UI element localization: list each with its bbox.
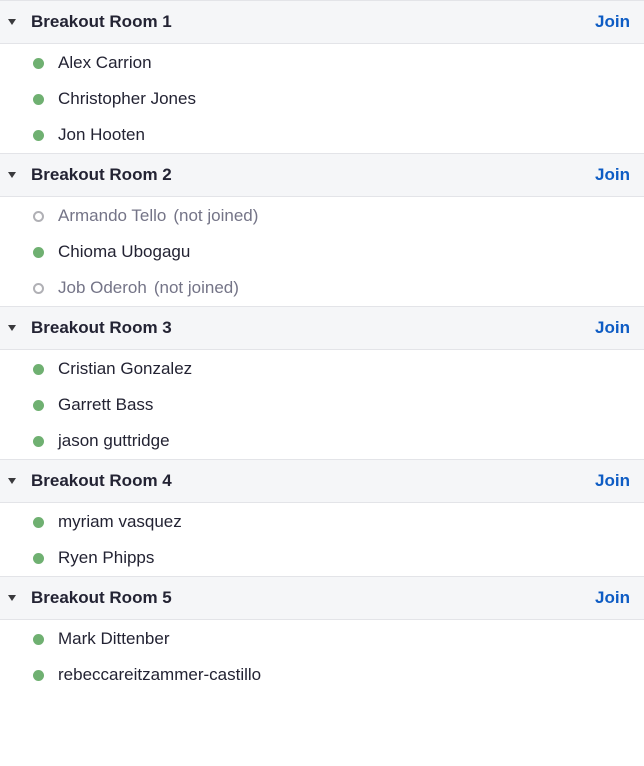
joined-status-dot-icon [33,435,44,447]
collapse-caret-icon[interactable] [8,595,16,601]
not-joined-status-ring-icon [33,210,44,222]
participant-list: Alex Carrion Christopher Jones Jon Hooten [0,45,644,153]
joined-status-dot-icon [33,516,44,528]
participant-row: Garrett Bass [0,387,644,423]
join-room-button[interactable]: Join [595,471,630,491]
participant-row: Jon Hooten [0,117,644,153]
breakout-room-header[interactable]: Breakout Room 5 Join [0,576,644,620]
breakout-room-header[interactable]: Breakout Room 3 Join [0,306,644,350]
participant-name: Mark Dittenber [58,629,170,648]
participant-name: Alex Carrion [58,53,152,72]
join-room-button[interactable]: Join [595,318,630,338]
participant-row: Christopher Jones [0,81,644,117]
breakout-room-section: Breakout Room 5 Join Mark Dittenber rebecca… [0,576,644,693]
joined-status-dot-icon [33,552,44,564]
participant-name: myriam vasquez [58,512,182,531]
participant-row: Cristian Gonzalez [0,351,644,387]
joined-status-dot-icon [33,93,44,105]
participant-name: Christopher Jones [58,89,196,108]
joined-status-dot-icon [33,129,44,141]
breakout-room-section: Breakout Room 4 Join myriam vasquez Ryen Ph… [0,459,644,576]
participant-name: Chioma Ubogagu [58,242,191,261]
breakout-room-header[interactable]: Breakout Room 2 Join [0,153,644,197]
collapse-caret-icon[interactable] [8,172,16,178]
join-room-button[interactable]: Join [595,12,630,32]
collapse-caret-icon[interactable] [8,19,16,25]
participant-status-label: (not joined) [153,278,239,297]
participant-status-label: (not joined) [173,206,259,225]
participant-row: jason guttridge [0,423,644,459]
participant-name: rebeccareitzammer-castillo [58,665,262,684]
joined-status-dot-icon [33,669,44,681]
join-room-button[interactable]: Join [595,165,630,185]
participant-name: Ryen Phipps [58,548,155,567]
participant-list: Armando Tello (not joined) Chioma Ubogagu J… [0,198,644,306]
breakout-room-name: Breakout Room 4 [31,471,172,490]
participant-name: Jon Hooten [58,125,145,144]
collapse-caret-icon[interactable] [8,325,16,331]
breakout-room-name: Breakout Room 5 [31,588,172,607]
breakout-room-section: Breakout Room 2 Join Armando Tello (not joi… [0,153,644,306]
joined-status-dot-icon [33,246,44,258]
breakout-room-section: Breakout Room 1 Join Alex Carrion Christoph… [0,0,644,153]
participant-row: myriam vasquez [0,504,644,540]
participant-row: Armando Tello (not joined) [0,198,644,234]
participant-row: Mark Dittenber [0,621,644,657]
participant-list: Mark Dittenber rebeccareitzammer-castillo [0,621,644,693]
participant-row: Job Oderoh (not joined) [0,270,644,306]
joined-status-dot-icon [33,363,44,375]
joined-status-dot-icon [33,57,44,69]
participant-name: Job Oderoh [58,278,147,297]
breakout-room-name: Breakout Room 3 [31,318,172,337]
participant-name: Garrett Bass [58,395,154,414]
participant-name: Armando Tello [58,206,167,225]
participant-row: Chioma Ubogagu [0,234,644,270]
breakout-room-name: Breakout Room 1 [31,12,172,31]
breakout-rooms-list: Breakout Room 1 Join Alex Carrion Christoph… [0,0,644,693]
participant-row: rebeccareitzammer-castillo [0,657,644,693]
not-joined-status-ring-icon [33,282,44,294]
participant-list: myriam vasquez Ryen Phipps [0,504,644,576]
join-room-button[interactable]: Join [595,588,630,608]
breakout-room-section: Breakout Room 3 Join Cristian Gonzalez Garr… [0,306,644,459]
participant-row: Alex Carrion [0,45,644,81]
collapse-caret-icon[interactable] [8,478,16,484]
participant-name: Cristian Gonzalez [58,359,193,378]
breakout-room-header[interactable]: Breakout Room 1 Join [0,0,644,44]
participant-name: jason guttridge [58,431,170,450]
participant-list: Cristian Gonzalez Garrett Bass jason guttr… [0,351,644,459]
participant-row: Ryen Phipps [0,540,644,576]
breakout-room-header[interactable]: Breakout Room 4 Join [0,459,644,503]
joined-status-dot-icon [33,399,44,411]
joined-status-dot-icon [33,633,44,645]
breakout-room-name: Breakout Room 2 [31,165,172,184]
